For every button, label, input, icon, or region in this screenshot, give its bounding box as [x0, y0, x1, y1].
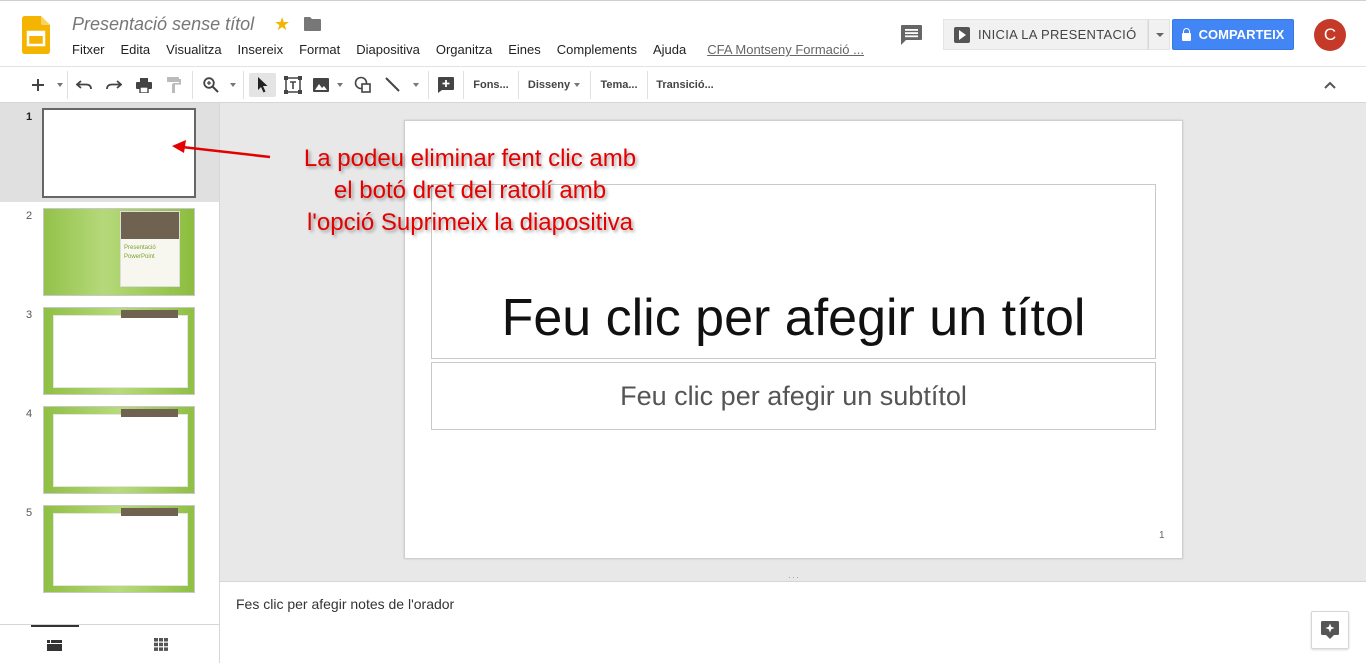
play-icon: [954, 26, 970, 43]
print-icon[interactable]: [132, 73, 156, 97]
present-label: INICIA LA PRESENTACIÓ: [978, 27, 1137, 42]
menu-addons[interactable]: Complements: [557, 41, 637, 59]
new-slide-icon[interactable]: [26, 73, 50, 97]
subtitle-placeholder[interactable]: Feu clic per afegir un subtítol: [431, 362, 1156, 430]
comment-add-icon[interactable]: [434, 73, 458, 97]
slide-number: 2: [26, 210, 33, 222]
menu-arrange[interactable]: Organitza: [436, 41, 492, 59]
redo-icon[interactable]: [102, 73, 126, 97]
slide-thumbnail-2[interactable]: 2 Presentació PowerPoint: [0, 202, 219, 301]
slide-number: 5: [26, 507, 33, 519]
menu-edit[interactable]: Edita: [121, 41, 151, 59]
folder-icon[interactable]: [304, 17, 321, 31]
filmstrip-view-switcher: [0, 624, 219, 663]
slide-thumbnail-5[interactable]: 5: [0, 499, 219, 598]
toolbar: Fons... Disseny Tema... Transició...: [0, 66, 1366, 103]
title-card: Presentació PowerPoint: [120, 211, 180, 287]
zoom-dropdown[interactable]: [225, 73, 237, 97]
background-button[interactable]: Fons...: [468, 73, 514, 97]
slide-preview: [43, 406, 195, 494]
annotation-line-2: el botó dret del ratolí amb: [333, 177, 607, 204]
menu-file[interactable]: Fitxer: [72, 41, 105, 59]
paint-format-icon[interactable]: [162, 73, 186, 97]
slide-thumbnail-4[interactable]: 4: [0, 400, 219, 499]
image-icon[interactable]: [309, 73, 333, 97]
share-button[interactable]: COMPARTEIX: [1172, 19, 1294, 50]
undo-icon[interactable]: [72, 73, 96, 97]
notes-resize-handle[interactable]: ···: [220, 573, 1366, 582]
chevron-down-icon: [574, 83, 581, 87]
menu-slide[interactable]: Diapositiva: [356, 41, 420, 59]
slide-filmstrip: 1 2 Presentació PowerPoint 3 4 5: [0, 103, 220, 663]
organization-link[interactable]: CFA Montseny Formació ...: [707, 41, 864, 59]
shape-icon[interactable]: [351, 73, 375, 97]
slide-number: 1: [26, 111, 33, 123]
app-header: Presentació sense títol ★ Fitxer Edita V…: [0, 0, 1366, 66]
layout-label: Disseny: [527, 79, 571, 91]
slide-preview: [43, 505, 195, 593]
explore-button[interactable]: [1311, 611, 1349, 649]
thumbnail-title: Presentació PowerPoint: [124, 245, 156, 260]
menu-view[interactable]: Visualitza: [166, 41, 221, 59]
line-dropdown[interactable]: [408, 73, 420, 97]
speaker-notes[interactable]: Fes clic per afegir notes de l'orador: [220, 581, 1366, 663]
avatar[interactable]: C: [1314, 19, 1346, 51]
image-dropdown[interactable]: [332, 73, 344, 97]
menu-format[interactable]: Format: [299, 41, 340, 59]
document-title[interactable]: Presentació sense títol: [72, 14, 254, 35]
slide-preview: Presentació PowerPoint: [43, 208, 195, 296]
menu-tools[interactable]: Eines: [508, 41, 541, 59]
present-options-dropdown[interactable]: [1147, 19, 1170, 50]
collapse-icon[interactable]: [1318, 73, 1342, 97]
layout-button[interactable]: Disseny: [524, 73, 584, 97]
transition-button[interactable]: Transició...: [652, 73, 718, 97]
explore-icon: [1321, 621, 1339, 639]
present-button[interactable]: INICIA LA PRESENTACIÓ: [943, 19, 1148, 50]
star-icon[interactable]: ★: [274, 14, 290, 34]
slide-preview: [43, 307, 195, 395]
present-button-group: INICIA LA PRESENTACIÓ: [943, 19, 1170, 50]
slide-thumbnail-3[interactable]: 3: [0, 301, 219, 400]
menu-bar: Fitxer Edita Visualitza Insereix Format …: [72, 41, 864, 59]
slide-number: 3: [26, 309, 33, 321]
new-slide-layout-dropdown[interactable]: [52, 73, 64, 97]
menu-help[interactable]: Ajuda: [653, 41, 686, 59]
lock-icon: [1181, 27, 1191, 41]
comments-icon[interactable]: [901, 25, 922, 45]
textbox-icon[interactable]: [281, 73, 305, 97]
annotation-line-3: l'opció Suprimeix la diapositiva: [306, 209, 634, 236]
annotation-callout: La podeu eliminar fent clic amb el botó …: [255, 143, 685, 239]
list-view-icon[interactable]: [31, 625, 79, 664]
share-label: COMPARTEIX: [1198, 27, 1285, 42]
slides-logo-icon[interactable]: [22, 16, 50, 54]
select-icon[interactable]: [249, 73, 276, 97]
zoom-icon[interactable]: [199, 73, 223, 97]
grid-view-icon[interactable]: [138, 625, 186, 664]
menu-insert[interactable]: Insereix: [238, 41, 284, 59]
annotation-line-1: La podeu eliminar fent clic amb: [303, 145, 637, 172]
slide-number: 4: [26, 408, 33, 420]
slide-number-label: 1: [1159, 530, 1165, 541]
line-icon[interactable]: [381, 73, 405, 97]
theme-button[interactable]: Tema...: [596, 73, 642, 97]
notes-placeholder[interactable]: Fes clic per afegir notes de l'orador: [236, 596, 454, 612]
